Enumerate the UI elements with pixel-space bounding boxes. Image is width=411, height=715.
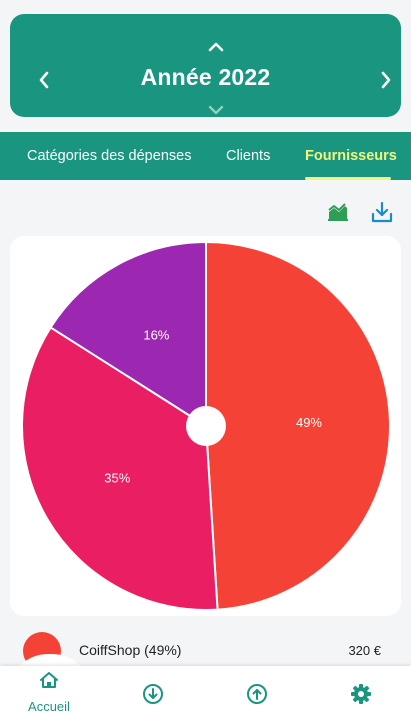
nav-expense[interactable]: [227, 666, 287, 715]
tab-categories-depenses[interactable]: Catégories des dépenses: [27, 148, 191, 164]
chevron-right-icon[interactable]: [368, 62, 404, 98]
nav-home[interactable]: Accueil: [19, 666, 79, 715]
nav-settings[interactable]: [331, 666, 391, 715]
tab-bar: Catégories des dépenses Clients Fourniss…: [0, 132, 411, 180]
arrow-up-circle-icon: [245, 682, 269, 706]
arrow-down-circle-icon: [141, 682, 165, 706]
tab-clients[interactable]: Clients: [226, 148, 270, 164]
nav-home-label: Accueil: [28, 699, 70, 714]
chevron-down-icon[interactable]: [196, 100, 236, 120]
home-icon: [37, 668, 61, 692]
nav-income[interactable]: [123, 666, 183, 715]
chevron-left-icon[interactable]: [26, 62, 62, 98]
year-selector: Année 2022: [10, 14, 401, 117]
pie-chart: 49% 35% 16%: [21, 240, 392, 611]
pie-slice-label-2: 16%: [143, 328, 169, 343]
chart-toolbar: [0, 180, 411, 240]
pie-center-hole: [186, 406, 226, 446]
tab-fournisseurs[interactable]: Fournisseurs: [305, 148, 397, 164]
pie-slice-label-1: 35%: [104, 470, 130, 485]
chevron-up-icon[interactable]: [196, 34, 236, 60]
year-title: Année 2022: [140, 64, 271, 90]
gear-icon: [349, 682, 373, 706]
bottom-navigation: Accueil: [0, 666, 411, 715]
supplier-name: CoiffShop (49%): [79, 642, 182, 658]
supplier-amount: 320 €: [348, 643, 381, 658]
pie-slice-label-0: 49%: [296, 415, 322, 430]
download-icon[interactable]: [370, 200, 394, 224]
area-chart-icon[interactable]: [326, 200, 350, 224]
pie-chart-card: 49% 35% 16%: [10, 236, 401, 616]
